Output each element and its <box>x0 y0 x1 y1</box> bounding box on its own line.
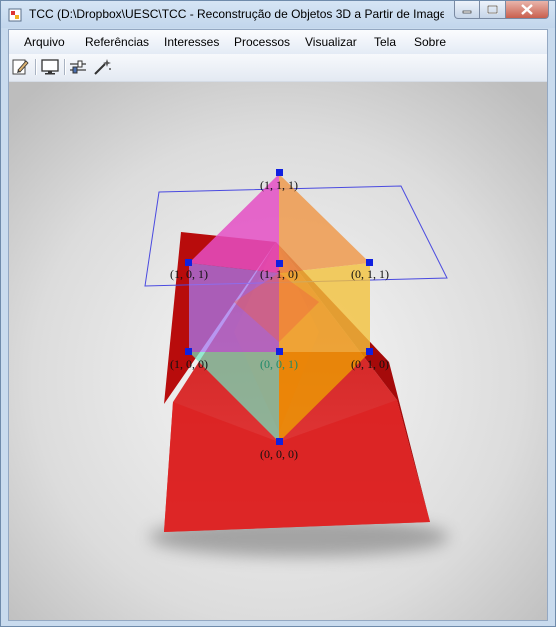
menu-visualizar[interactable]: Visualizar <box>305 35 357 49</box>
menu-arquivo[interactable]: Arquivo <box>24 35 65 49</box>
menu-sobre[interactable]: Sobre <box>414 35 446 49</box>
3d-viewport[interactable]: (1, 1, 1) (1, 0, 1) (1, 1, 0) (0, 1, 1) … <box>9 82 547 620</box>
minimize-button[interactable] <box>454 1 480 19</box>
vertex-label-0-0-0: (0, 0, 0) <box>260 447 298 461</box>
edit-document-icon[interactable] <box>10 57 32 77</box>
toolbar-separator <box>64 59 66 75</box>
vertex-1-1-0[interactable] <box>276 260 283 267</box>
vertex-label-0-1-0: (0, 1, 0) <box>351 357 389 371</box>
caption-buttons <box>454 1 549 20</box>
sliders-icon[interactable] <box>67 57 89 77</box>
window-title: TCC (D:\Dropbox\UESC\TCC - Reconstrução … <box>29 7 444 21</box>
menu-processos[interactable]: Processos <box>234 35 290 49</box>
magic-wand-icon[interactable] <box>91 57 113 77</box>
vertex-label-0-1-1: (0, 1, 1) <box>351 267 389 281</box>
application-window: TCC (D:\Dropbox\UESC\TCC - Reconstrução … <box>0 0 556 627</box>
monitor-icon[interactable] <box>39 57 61 77</box>
vertex-1-0-0[interactable] <box>185 348 192 355</box>
vertex-1-1-1[interactable] <box>276 169 283 176</box>
vertex-0-1-1[interactable] <box>366 259 373 266</box>
minimize-icon <box>462 10 472 14</box>
toolbar <box>9 54 547 82</box>
menu-tela[interactable]: Tela <box>374 35 396 49</box>
client-area: Arquivo Referências Interesses Processos… <box>8 29 548 621</box>
close-icon <box>521 4 533 15</box>
menu-bar: Arquivo Referências Interesses Processos… <box>9 30 547 54</box>
vertex-label-1-0-1: (1, 0, 1) <box>170 267 208 281</box>
vertex-0-1-0[interactable] <box>366 348 373 355</box>
title-bar[interactable]: TCC (D:\Dropbox\UESC\TCC - Reconstrução … <box>1 1 555 28</box>
vertex-label-1-1-1: (1, 1, 1) <box>260 178 298 192</box>
vertex-1-0-1[interactable] <box>185 259 192 266</box>
menu-referencias[interactable]: Referências <box>85 35 149 49</box>
maximize-button[interactable] <box>480 1 506 19</box>
maximize-icon <box>487 5 498 14</box>
app-icon[interactable] <box>8 8 22 22</box>
vertex-label-0-0-1: (0, 0, 1) <box>260 357 298 371</box>
menu-interesses[interactable]: Interesses <box>164 35 219 49</box>
vertex-label-1-0-0: (1, 0, 0) <box>170 357 208 371</box>
vertex-0-0-1[interactable] <box>276 348 283 355</box>
toolbar-separator <box>35 59 37 75</box>
vertex-0-0-0[interactable] <box>276 438 283 445</box>
close-button[interactable] <box>506 1 549 19</box>
vertex-label-1-1-0: (1, 1, 0) <box>260 267 298 281</box>
